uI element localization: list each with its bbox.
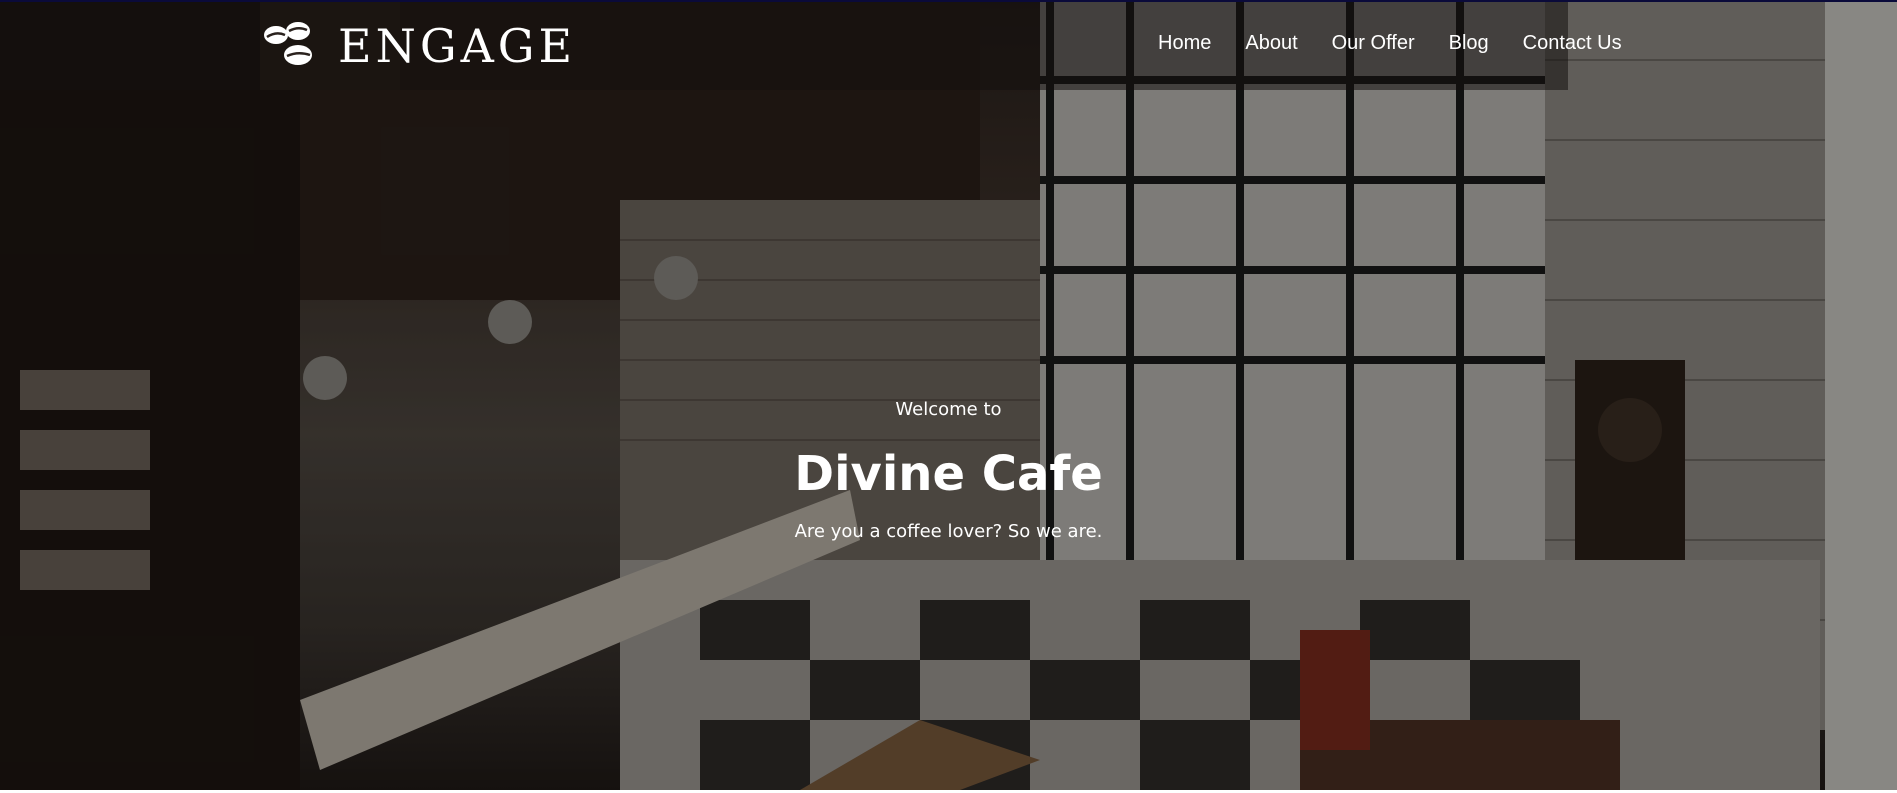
top-accent-line — [0, 0, 1897, 2]
coffee-beans-icon — [264, 22, 312, 65]
hero-dark-overlay — [0, 0, 1897, 790]
nav-item-contact-us[interactable]: Contact Us — [1523, 32, 1622, 55]
site-header: ENGAGE Home About Our Offer Blog Contact… — [0, 0, 1622, 90]
hero-section: ENGAGE Home About Our Offer Blog Contact… — [0, 0, 1897, 790]
nav-item-about[interactable]: About — [1245, 32, 1297, 55]
nav-item-home[interactable]: Home — [1158, 32, 1211, 55]
hero-welcome-text: Welcome to — [895, 399, 1002, 420]
nav-item-our-offer[interactable]: Our Offer — [1332, 32, 1415, 55]
brand-logo[interactable]: ENGAGE — [262, 18, 576, 74]
main-nav: Home About Our Offer Blog Contact Us — [1158, 32, 1622, 55]
hero-title: Divine Cafe — [794, 446, 1103, 502]
nav-item-blog[interactable]: Blog — [1449, 32, 1489, 55]
brand-name: ENGAGE — [338, 19, 577, 73]
hero-subtitle: Are you a coffee lover? So we are. — [794, 521, 1103, 542]
